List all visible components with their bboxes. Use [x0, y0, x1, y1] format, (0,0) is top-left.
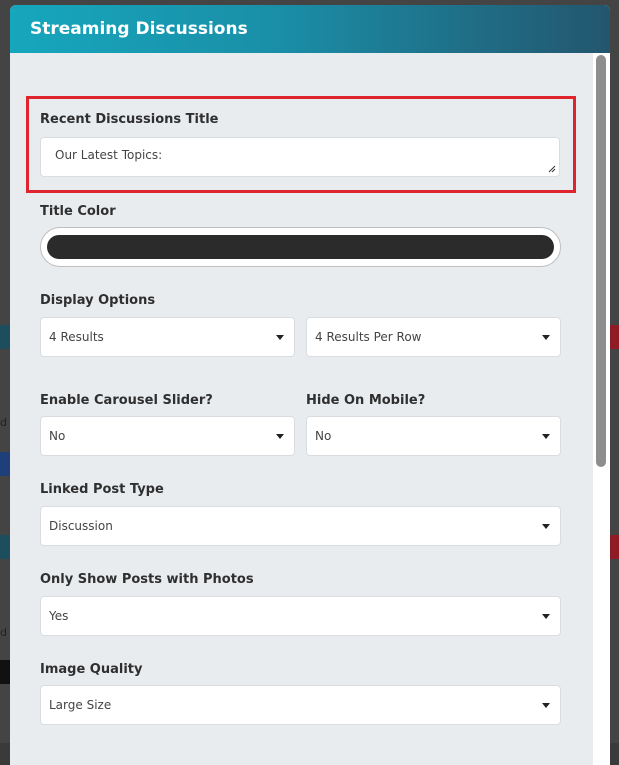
modal-scrollbar-thumb[interactable] [596, 55, 606, 467]
caret-down-icon [542, 524, 550, 529]
caret-down-icon [542, 703, 550, 708]
modal-title: Streaming Discussions [30, 19, 248, 39]
modal-body: Recent Discussions Title Our Latest Topi… [10, 53, 592, 765]
hide-on-mobile-select[interactable]: No [306, 416, 561, 456]
hide-on-mobile-label: Hide On Mobile? [306, 393, 426, 408]
title-color-swatch [47, 235, 554, 259]
results-count-select[interactable]: 4 Results [40, 317, 295, 357]
results-per-row-select[interactable]: 4 Results Per Row [306, 317, 561, 357]
resize-handle-icon[interactable] [548, 165, 556, 173]
results-per-row-value: 4 Results Per Row [315, 330, 422, 344]
caret-down-icon [276, 434, 284, 439]
backdrop-chip-right-2 [610, 535, 619, 559]
caret-down-icon [542, 614, 550, 619]
photos-only-value: Yes [49, 609, 69, 623]
hide-on-mobile-value: No [315, 429, 332, 443]
backdrop-letter-left-2: d [0, 626, 7, 639]
image-quality-select[interactable]: Large Size [40, 685, 561, 725]
caret-down-icon [542, 434, 550, 439]
carousel-slider-label: Enable Carousel Slider? [40, 393, 213, 408]
carousel-slider-select[interactable]: No [40, 416, 295, 456]
carousel-slider-value: No [49, 429, 66, 443]
recent-discussions-title-label: Recent Discussions Title [40, 112, 219, 127]
linked-post-type-select[interactable]: Discussion [40, 506, 561, 546]
backdrop-chip-right-1 [610, 325, 619, 349]
recent-discussions-title-value: Our Latest Topics: [55, 148, 163, 162]
title-color-label: Title Color [40, 204, 116, 219]
linked-post-type-value: Discussion [49, 519, 113, 533]
title-color-picker[interactable] [40, 227, 561, 267]
caret-down-icon [276, 335, 284, 340]
recent-discussions-title-textarea[interactable]: Our Latest Topics: [40, 137, 560, 177]
photos-only-label: Only Show Posts with Photos [40, 572, 254, 587]
streaming-discussions-modal: Streaming Discussions Recent Discussions… [10, 5, 610, 765]
results-count-value: 4 Results [49, 330, 104, 344]
backdrop-letter-left-1: d [0, 416, 7, 429]
modal-header: Streaming Discussions [10, 5, 610, 53]
image-quality-label: Image Quality [40, 662, 143, 677]
photos-only-select[interactable]: Yes [40, 596, 561, 636]
image-quality-value: Large Size [49, 698, 112, 712]
modal-scrollbar[interactable] [593, 53, 610, 765]
display-options-label: Display Options [40, 293, 156, 308]
caret-down-icon [542, 335, 550, 340]
linked-post-type-label: Linked Post Type [40, 482, 164, 497]
